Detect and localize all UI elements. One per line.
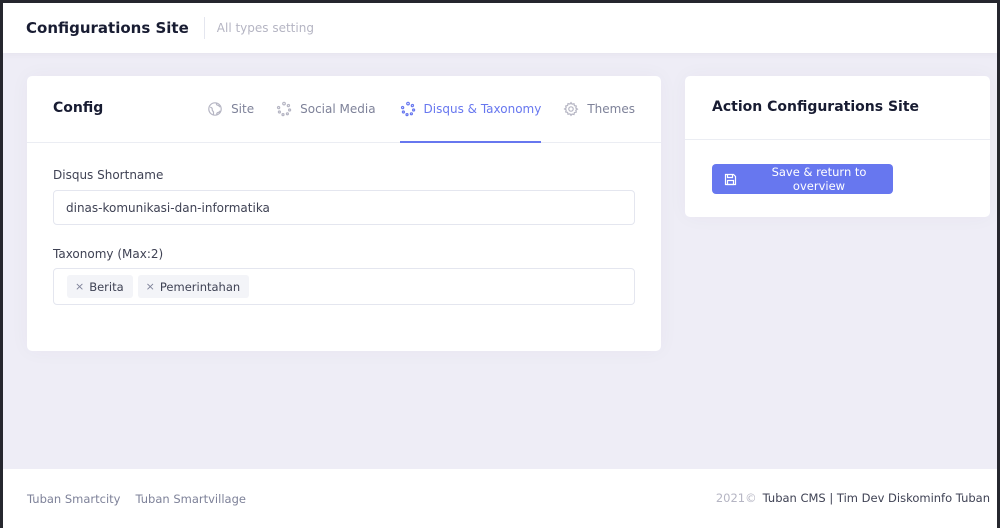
spinner-icon: [400, 101, 416, 117]
save-return-button[interactable]: Save & return to overview: [712, 164, 893, 194]
footer: Tuban Smartcity Tuban Smartvillage 2021©…: [3, 469, 997, 528]
tab-social-media[interactable]: Social Media: [276, 76, 376, 142]
tab-social-media-label: Social Media: [300, 102, 376, 116]
gear-icon: [563, 101, 579, 117]
spinner-icon: [276, 101, 292, 117]
remove-tag-icon[interactable]: ×: [146, 280, 155, 293]
copyright-org: Tuban CMS | Tim Dev Diskominfo Tuban: [762, 491, 990, 505]
taxonomy-tag: × Pemerintahan: [137, 275, 250, 298]
action-card-title: Action Configurations Site: [712, 99, 920, 115]
disqus-shortname-input[interactable]: [53, 190, 635, 225]
taxonomy-tag-label: Berita: [89, 279, 124, 294]
config-card: Config Site Social Media Disqus & Taxono…: [27, 76, 661, 351]
config-tabs: Site Social Media Disqus & Taxonomy Them…: [207, 76, 661, 143]
tab-site-label: Site: [231, 102, 255, 116]
action-card-header: Action Configurations Site: [685, 76, 990, 140]
floppy-disk-icon: [724, 173, 737, 186]
tab-themes[interactable]: Themes: [563, 76, 635, 142]
config-card-header: Config Site Social Media Disqus & Taxono…: [27, 76, 661, 143]
save-return-label: Save & return to overview: [771, 165, 867, 193]
footer-copyright: 2021© Tuban CMS | Tim Dev Diskominfo Tub…: [716, 491, 990, 505]
config-card-title: Config: [53, 100, 104, 116]
tab-disqus-taxonomy[interactable]: Disqus & Taxonomy: [399, 76, 542, 143]
window-frame-left: [0, 0, 3, 528]
taxonomy-tag: × Berita: [67, 275, 133, 298]
taxonomy-label: Taxonomy (Max:2): [53, 247, 164, 261]
taxonomy-select[interactable]: × Berita × Pemerintahan: [53, 268, 635, 305]
footer-link-smartvillage[interactable]: Tuban Smartvillage: [135, 492, 245, 506]
taxonomy-tag-label: Pemerintahan: [159, 279, 241, 294]
tab-disqus-taxonomy-label: Disqus & Taxonomy: [423, 102, 542, 116]
config-form: Disqus Shortname Taxonomy (Max:2) × Beri…: [53, 168, 635, 305]
footer-links: Tuban Smartcity Tuban Smartvillage: [27, 492, 246, 506]
action-card: Action Configurations Site Save & return…: [685, 76, 990, 217]
tab-site[interactable]: Site: [207, 76, 254, 142]
page-description: All types setting: [216, 21, 314, 35]
subheader-separator: [203, 17, 205, 39]
subheader: Configurations Site All types setting: [3, 3, 997, 53]
copyright-year: 2021©: [715, 491, 757, 505]
page-title: Configurations Site: [26, 19, 189, 37]
disqus-shortname-label: Disqus Shortname: [53, 168, 164, 182]
footer-link-smartcity[interactable]: Tuban Smartcity: [27, 492, 120, 506]
remove-tag-icon[interactable]: ×: [75, 280, 84, 293]
globe-icon: [207, 101, 223, 117]
tab-themes-label: Themes: [587, 102, 635, 116]
